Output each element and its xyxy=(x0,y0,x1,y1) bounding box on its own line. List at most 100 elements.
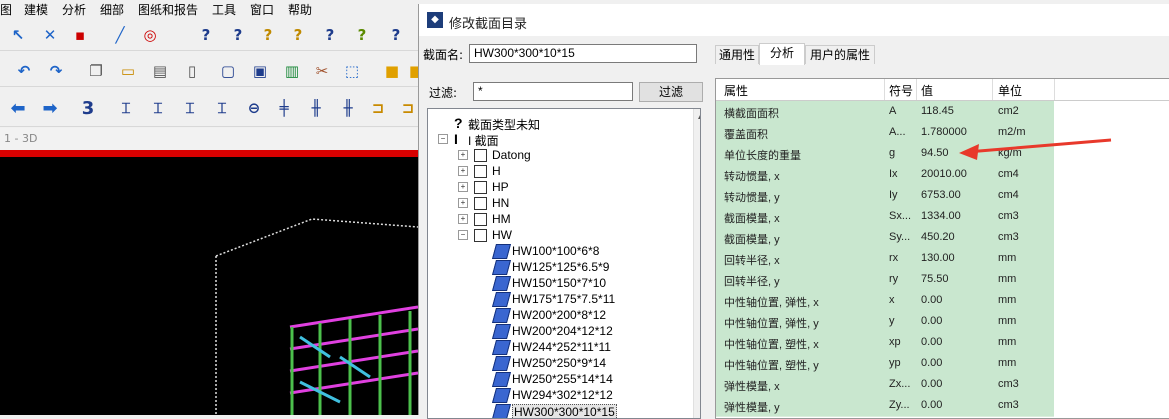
expand-icon[interactable]: + xyxy=(458,214,468,224)
symbol-cell: x xyxy=(889,294,895,306)
property-cell: 截面模量, x xyxy=(724,213,780,225)
arrow-left-icon[interactable]: ⬅ xyxy=(8,98,28,119)
copy-icon[interactable]: ❐ xyxy=(86,61,106,81)
menu-item-drawings[interactable]: 图纸和报告 xyxy=(138,1,198,18)
menu-item-tools[interactable]: 工具 xyxy=(212,1,236,18)
beam-icon-4[interactable]: ⌶ xyxy=(212,98,232,118)
undo-icon[interactable]: ↶ xyxy=(14,61,34,81)
filter-label: 过滤: xyxy=(429,86,458,100)
property-cell: 中性轴位置, 塑性, y xyxy=(724,360,819,372)
window-icon[interactable]: ▢ xyxy=(218,61,238,81)
query-object-icon[interactable]: ? xyxy=(352,25,372,45)
table-row[interactable]: 回转半径, x rx 130.00 mm xyxy=(716,248,1054,270)
part-icon[interactable]: ■ xyxy=(382,61,402,81)
query-more-icon[interactable]: ? xyxy=(386,25,406,45)
tab-general[interactable]: 通用性 xyxy=(715,45,759,64)
property-cell: 弹性模量, x xyxy=(724,381,780,393)
profile-icon[interactable]: ▯ xyxy=(182,61,202,81)
expand-icon[interactable]: + xyxy=(458,150,468,160)
table-row[interactable]: 弹性模量, y Zy... 0.00 cm3 xyxy=(716,395,1054,417)
menu-item-window[interactable]: 窗口 xyxy=(250,1,274,18)
collapse-icon[interactable]: − xyxy=(458,230,468,240)
property-cell: 中性轴位置, 塑性, x xyxy=(724,339,819,351)
table-row[interactable]: 转动惯量, y Iy 6753.00 cm4 xyxy=(716,185,1054,207)
point-icon[interactable]: ▪ xyxy=(70,25,90,45)
property-cell: 弹性模量, y xyxy=(724,402,780,414)
scroll-up-icon[interactable]: ▲ xyxy=(698,111,700,120)
symbol-cell: ry xyxy=(889,273,899,285)
cross-select-icon[interactable]: ✕ xyxy=(40,25,60,45)
unit-cell: cm3 xyxy=(998,231,1019,243)
query-icon[interactable]: ? xyxy=(196,25,216,45)
menu-item-modeling[interactable]: 建模 xyxy=(24,1,48,18)
properties-grid[interactable]: 属性 符号 值 单位 横截面面积 A 118.45 cm2 覆盖面积 A... 1.7800… xyxy=(715,78,1169,419)
three-icon[interactable]: 3 xyxy=(78,98,98,119)
query-bolt-icon[interactable]: ? xyxy=(288,25,308,45)
table-row[interactable]: 弹性模量, x Zx... 0.00 cm3 xyxy=(716,374,1054,396)
round-bar-icon[interactable]: ⊖ xyxy=(244,98,264,118)
plate-icon-3[interactable]: ╫ xyxy=(338,98,358,118)
collapse-icon[interactable]: − xyxy=(438,134,448,144)
unit-cell: mm xyxy=(998,294,1017,306)
value-cell: 1334.00 xyxy=(921,210,961,222)
table-row[interactable]: 中性轴位置, 塑性, y yp 0.00 mm xyxy=(716,353,1054,375)
expand-icon[interactable]: + xyxy=(458,198,468,208)
value-cell: 0.00 xyxy=(921,294,943,306)
table-row[interactable]: 截面模量, x Sx... 1334.00 cm3 xyxy=(716,206,1054,228)
cut-icon[interactable]: ✂ xyxy=(312,61,332,81)
tree-item-label: HW250*255*14*14 xyxy=(512,372,613,386)
query-weld-icon[interactable]: ? xyxy=(258,25,278,45)
dialog-titlebar: ◆ 修改截面目录 xyxy=(419,4,1169,36)
symbol-cell: Sx... xyxy=(889,210,912,222)
table-row[interactable]: 中性轴位置, 弹性, y y 0.00 mm xyxy=(716,311,1054,333)
app-logo-icon: ◆ xyxy=(427,12,443,28)
menu-item-detailing[interactable]: 细部 xyxy=(100,1,124,18)
beam-icon-3[interactable]: ⌶ xyxy=(180,98,200,118)
menu-item-view[interactable]: 图 xyxy=(0,1,12,18)
panel-icon[interactable]: ▣ xyxy=(250,61,270,81)
properties-icon[interactable]: ▥ xyxy=(282,61,302,81)
filter-button[interactable]: 过滤 xyxy=(639,82,703,102)
query-part-icon[interactable]: ? xyxy=(228,25,248,45)
viewport-red-bar xyxy=(0,150,418,157)
tree-item-label: HW200*200*8*12 xyxy=(512,308,607,322)
menu-item-help[interactable]: 帮助 xyxy=(288,1,312,18)
list-icon[interactable]: ▤ xyxy=(150,61,170,81)
circle-icon[interactable]: ◎ xyxy=(140,25,160,45)
table-row[interactable]: 中性轴位置, 弹性, x x 0.00 mm xyxy=(716,290,1054,312)
value-cell: 75.50 xyxy=(921,273,949,285)
beam-icon-1[interactable]: ⌶ xyxy=(116,98,136,118)
table-row[interactable]: 中性轴位置, 塑性, x xp 0.00 mm xyxy=(716,332,1054,354)
open-icon[interactable]: ▭ xyxy=(118,61,138,81)
arrow-right-icon[interactable]: ➡ xyxy=(40,98,60,119)
tab-analysis[interactable]: 分析 xyxy=(759,43,805,65)
3d-viewport[interactable] xyxy=(0,157,419,415)
plate-icon-1[interactable]: ╪ xyxy=(274,98,294,118)
section-name-label: 截面名: xyxy=(423,48,464,62)
tree-scrollbar[interactable]: ▲ xyxy=(693,109,700,418)
expand-icon[interactable]: + xyxy=(458,166,468,176)
value-cell: 130.00 xyxy=(921,252,955,264)
tree-item-label: HN xyxy=(492,196,510,210)
plate-icon-2[interactable]: ╫ xyxy=(306,98,326,118)
tab-user-attributes[interactable]: 用户的属性 xyxy=(805,45,875,64)
table-row[interactable]: 截面模量, y Sy... 450.20 cm3 xyxy=(716,227,1054,249)
table-row[interactable]: 回转半径, y ry 75.50 mm xyxy=(716,269,1054,291)
line-icon[interactable]: ╱ xyxy=(110,25,130,45)
section-group-icon xyxy=(474,229,487,242)
expand-icon[interactable]: + xyxy=(458,182,468,192)
connection-icon[interactable]: ⊐ xyxy=(398,98,418,118)
pick-icon[interactable]: ↖ xyxy=(8,25,28,45)
redo-icon[interactable]: ↷ xyxy=(46,61,66,81)
value-cell: 0.00 xyxy=(921,378,943,390)
beam-icon-2[interactable]: ⌶ xyxy=(148,98,168,118)
query-assembly-icon[interactable]: ? xyxy=(320,25,340,45)
property-cell: 中性轴位置, 弹性, y xyxy=(724,318,819,330)
menu-item-analysis[interactable]: 分析 xyxy=(62,1,86,18)
select-box-icon[interactable]: ⬚ xyxy=(342,61,362,81)
section-name-input[interactable]: HW300*300*10*15 xyxy=(469,44,697,63)
filter-input[interactable]: * xyxy=(473,82,633,101)
section-tree[interactable]: ? 截面类型未知 − I I 截面 + Datong + H + HP + HN + HM − HW HW100*… xyxy=(427,108,701,419)
weld-icon[interactable]: ⊐ xyxy=(368,98,388,118)
table-row[interactable]: 横截面面积 A 118.45 cm2 xyxy=(716,101,1054,123)
